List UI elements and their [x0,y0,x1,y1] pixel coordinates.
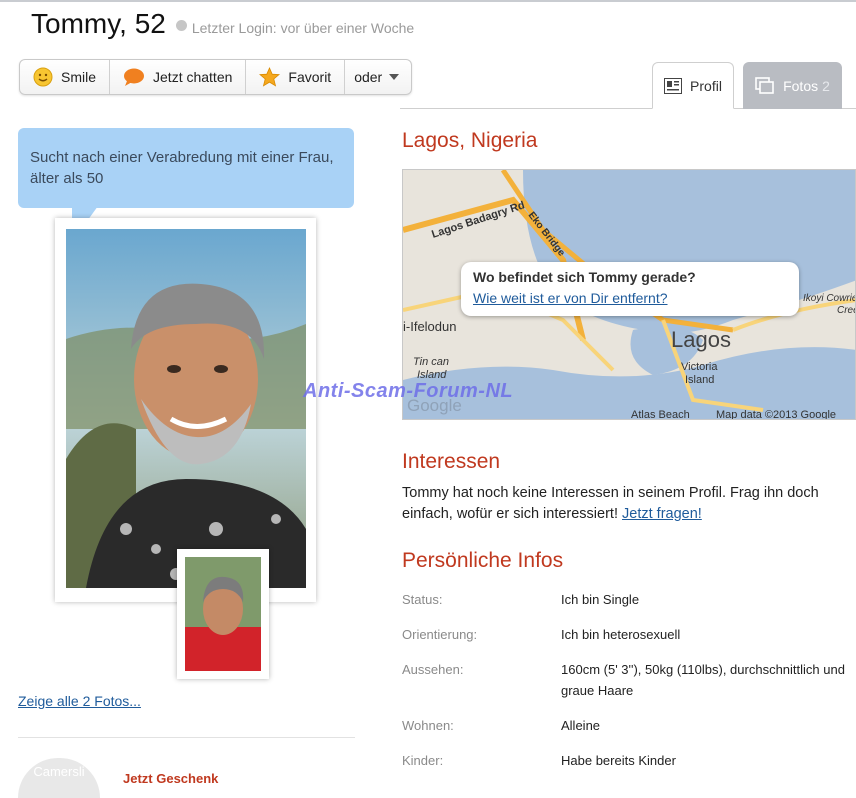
info-label: Orientierung: [402,627,478,642]
map-label-place4b: Creek [837,305,856,316]
chevron-down-icon [389,74,400,80]
info-value: Alleine [561,718,601,733]
profile-header: Tommy, 52 Letzter Login: vor über einer … [31,8,414,40]
last-login-text: Letzter Login: vor über einer Woche [191,20,415,36]
star-icon [259,67,281,87]
map-popup-question: Wo befindet sich Tommy gerade? [473,269,696,285]
map-label-place2: Tin can [413,356,449,368]
map-info-popup: Wo befindet sich Tommy gerade? Wie weit … [461,262,799,316]
map-attribution: Map data ©2013 Google [716,409,836,420]
personal-info-heading: Persönliche Infos [402,549,564,572]
search-intent-bubble: Sucht nach einer Verabredung mit einer F… [18,128,354,208]
smile-label: Smile [61,69,97,85]
tab-photos-label: Fotos [783,77,819,94]
top-divider [0,0,856,2]
watermark: Anti-Scam-Forum-NL [303,380,514,402]
interests-heading: Interessen [402,450,501,473]
info-label: Wohnen: [402,718,454,733]
ask-now-link[interactable]: Jetzt fragen! [622,506,702,522]
map-label-place4: Ikoyi Cowries [803,293,856,304]
action-bar: Smile Jetzt chatten Favorit oder [19,59,413,95]
more-label: oder [354,69,383,85]
page-title: Tommy, 52 [31,8,166,39]
map-label-place3: Victoria [681,361,718,373]
favorite-button[interactable]: Favorit [246,60,346,94]
main-photo-frame[interactable] [55,218,316,602]
photos-stack-icon [755,76,775,95]
tab-profile-label: Profil [690,77,722,94]
info-value: Ich bin heterosexuell [561,627,681,642]
smiley-icon [33,67,53,87]
chat-label: Jetzt chatten [153,69,233,85]
photo-count-badge: 2 [822,77,830,94]
location-title: Lagos, Nigeria [402,129,538,152]
map-label-place1: i-Ifelodun [403,319,456,334]
interests-text: Tommy hat noch keine Interessen in seine… [402,483,856,525]
profile-card-icon [664,77,683,94]
offline-status-dot-icon [175,20,187,31]
thumbnail-photo[interactable] [185,557,261,671]
more-dropdown[interactable]: oder [345,60,411,94]
tab-profile[interactable]: Profil [652,62,734,109]
tab-photos[interactable]: Fotos 2 [743,62,842,109]
favorite-label: Favorit [288,69,332,85]
interests-body: Tommy hat noch keine Interessen in seine… [402,485,819,522]
info-label: Kinder: [402,753,444,768]
map-label-city: Lagos [671,327,731,352]
main-profile-photo[interactable] [66,229,306,588]
info-value: 160cm (5' 3''), 50kg (110lbs), durchschn… [561,662,845,698]
info-label: Aussehen: [402,662,464,677]
info-value: Habe bereits Kinder [561,753,676,768]
distance-link[interactable]: Wie weit ist er von Dir entfernt? [473,287,787,309]
map-label-place5: Atlas Beach [631,409,690,420]
gift-logo: Camersli [18,758,100,798]
info-label: Status: [402,592,443,607]
map-label-place3b: Island [685,374,714,386]
chat-bubble-icon [123,67,145,87]
chat-button[interactable]: Jetzt chatten [110,60,247,94]
show-all-photos-link[interactable]: Zeige alle 2 Fotos... [18,693,141,709]
smile-button[interactable]: Smile [20,60,111,94]
info-value: Ich bin Single [561,592,640,607]
sidebar-divider [18,737,355,738]
thumbnail-photo-frame[interactable] [177,549,269,679]
